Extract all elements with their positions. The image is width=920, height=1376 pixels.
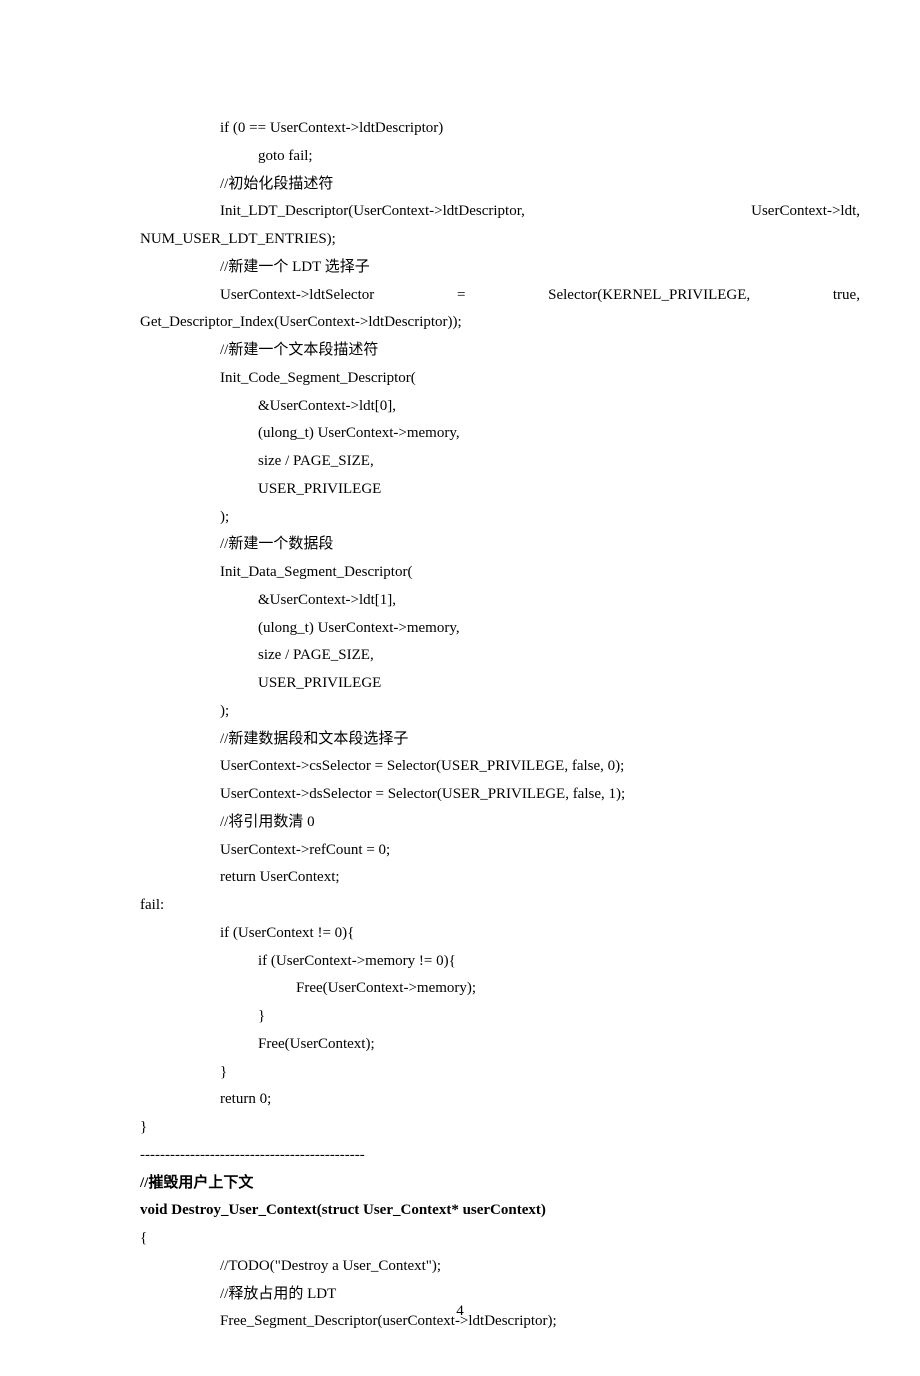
code-block: if (0 == UserContext->ldtDescriptor)goto…	[140, 115, 780, 1336]
page-content: if (0 == UserContext->ldtDescriptor)goto…	[0, 0, 920, 1376]
code-line: UserContext->ldtSelector = Selector(KERNEL…	[140, 282, 860, 310]
code-line: void Destroy_User_Context(struct User_Co…	[140, 1197, 780, 1225]
code-line: if (UserContext->memory != 0){	[140, 948, 780, 976]
code-line: (ulong_t) UserContext->memory,	[140, 615, 780, 643]
code-line: Init_LDT_Descriptor(UserContext->ldtDesc…	[140, 198, 860, 226]
code-line: }	[140, 1003, 780, 1031]
code-line: }	[140, 1059, 780, 1087]
code-token: UserContext->ldt,	[751, 198, 860, 226]
code-line: //初始化段描述符	[140, 171, 780, 199]
code-line: &UserContext->ldt[1],	[140, 587, 780, 615]
code-line: size / PAGE_SIZE,	[140, 642, 780, 670]
code-line: size / PAGE_SIZE,	[140, 448, 780, 476]
code-line: //摧毁用户上下文	[140, 1170, 780, 1198]
code-line: //将引用数清 0	[140, 809, 780, 837]
code-line: Free(UserContext->memory);	[140, 975, 780, 1003]
code-token: Init_LDT_Descriptor(UserContext->ldtDesc…	[220, 198, 525, 226]
code-line: &UserContext->ldt[0],	[140, 393, 780, 421]
code-line: USER_PRIVILEGE	[140, 670, 780, 698]
code-line: Init_Data_Segment_Descriptor(	[140, 559, 780, 587]
code-token: Selector(KERNEL_PRIVILEGE,	[548, 282, 750, 310]
code-line: );	[140, 504, 780, 532]
code-line: //TODO("Destroy a User_Context");	[140, 1253, 780, 1281]
page-number: 4	[0, 1298, 920, 1326]
code-line: USER_PRIVILEGE	[140, 476, 780, 504]
code-line: return 0;	[140, 1086, 780, 1114]
code-line: (ulong_t) UserContext->memory,	[140, 420, 780, 448]
code-line: //新建一个文本段描述符	[140, 337, 780, 365]
code-line: if (0 == UserContext->ldtDescriptor)	[140, 115, 780, 143]
code-line: UserContext->dsSelector = Selector(USER_…	[140, 781, 780, 809]
code-line: Free(UserContext);	[140, 1031, 780, 1059]
code-line: UserContext->csSelector = Selector(USER_…	[140, 753, 780, 781]
code-token: =	[457, 282, 465, 310]
code-token: true,	[833, 282, 860, 310]
code-line: return UserContext;	[140, 864, 780, 892]
code-line: UserContext->refCount = 0;	[140, 837, 780, 865]
code-line: //新建数据段和文本段选择子	[140, 726, 780, 754]
code-line: goto fail;	[140, 143, 780, 171]
code-line: NUM_USER_LDT_ENTRIES);	[140, 226, 780, 254]
code-line: if (UserContext != 0){	[140, 920, 780, 948]
code-line: ----------------------------------------…	[140, 1142, 780, 1170]
code-line: {	[140, 1225, 780, 1253]
code-line: );	[140, 698, 780, 726]
code-line: //新建一个 LDT 选择子	[140, 254, 780, 282]
code-token: UserContext->ldtSelector	[220, 282, 374, 310]
code-line: Get_Descriptor_Index(UserContext->ldtDes…	[140, 309, 780, 337]
code-line: }	[140, 1114, 780, 1142]
code-line: Init_Code_Segment_Descriptor(	[140, 365, 780, 393]
code-line: //新建一个数据段	[140, 531, 780, 559]
code-line: fail:	[140, 892, 780, 920]
